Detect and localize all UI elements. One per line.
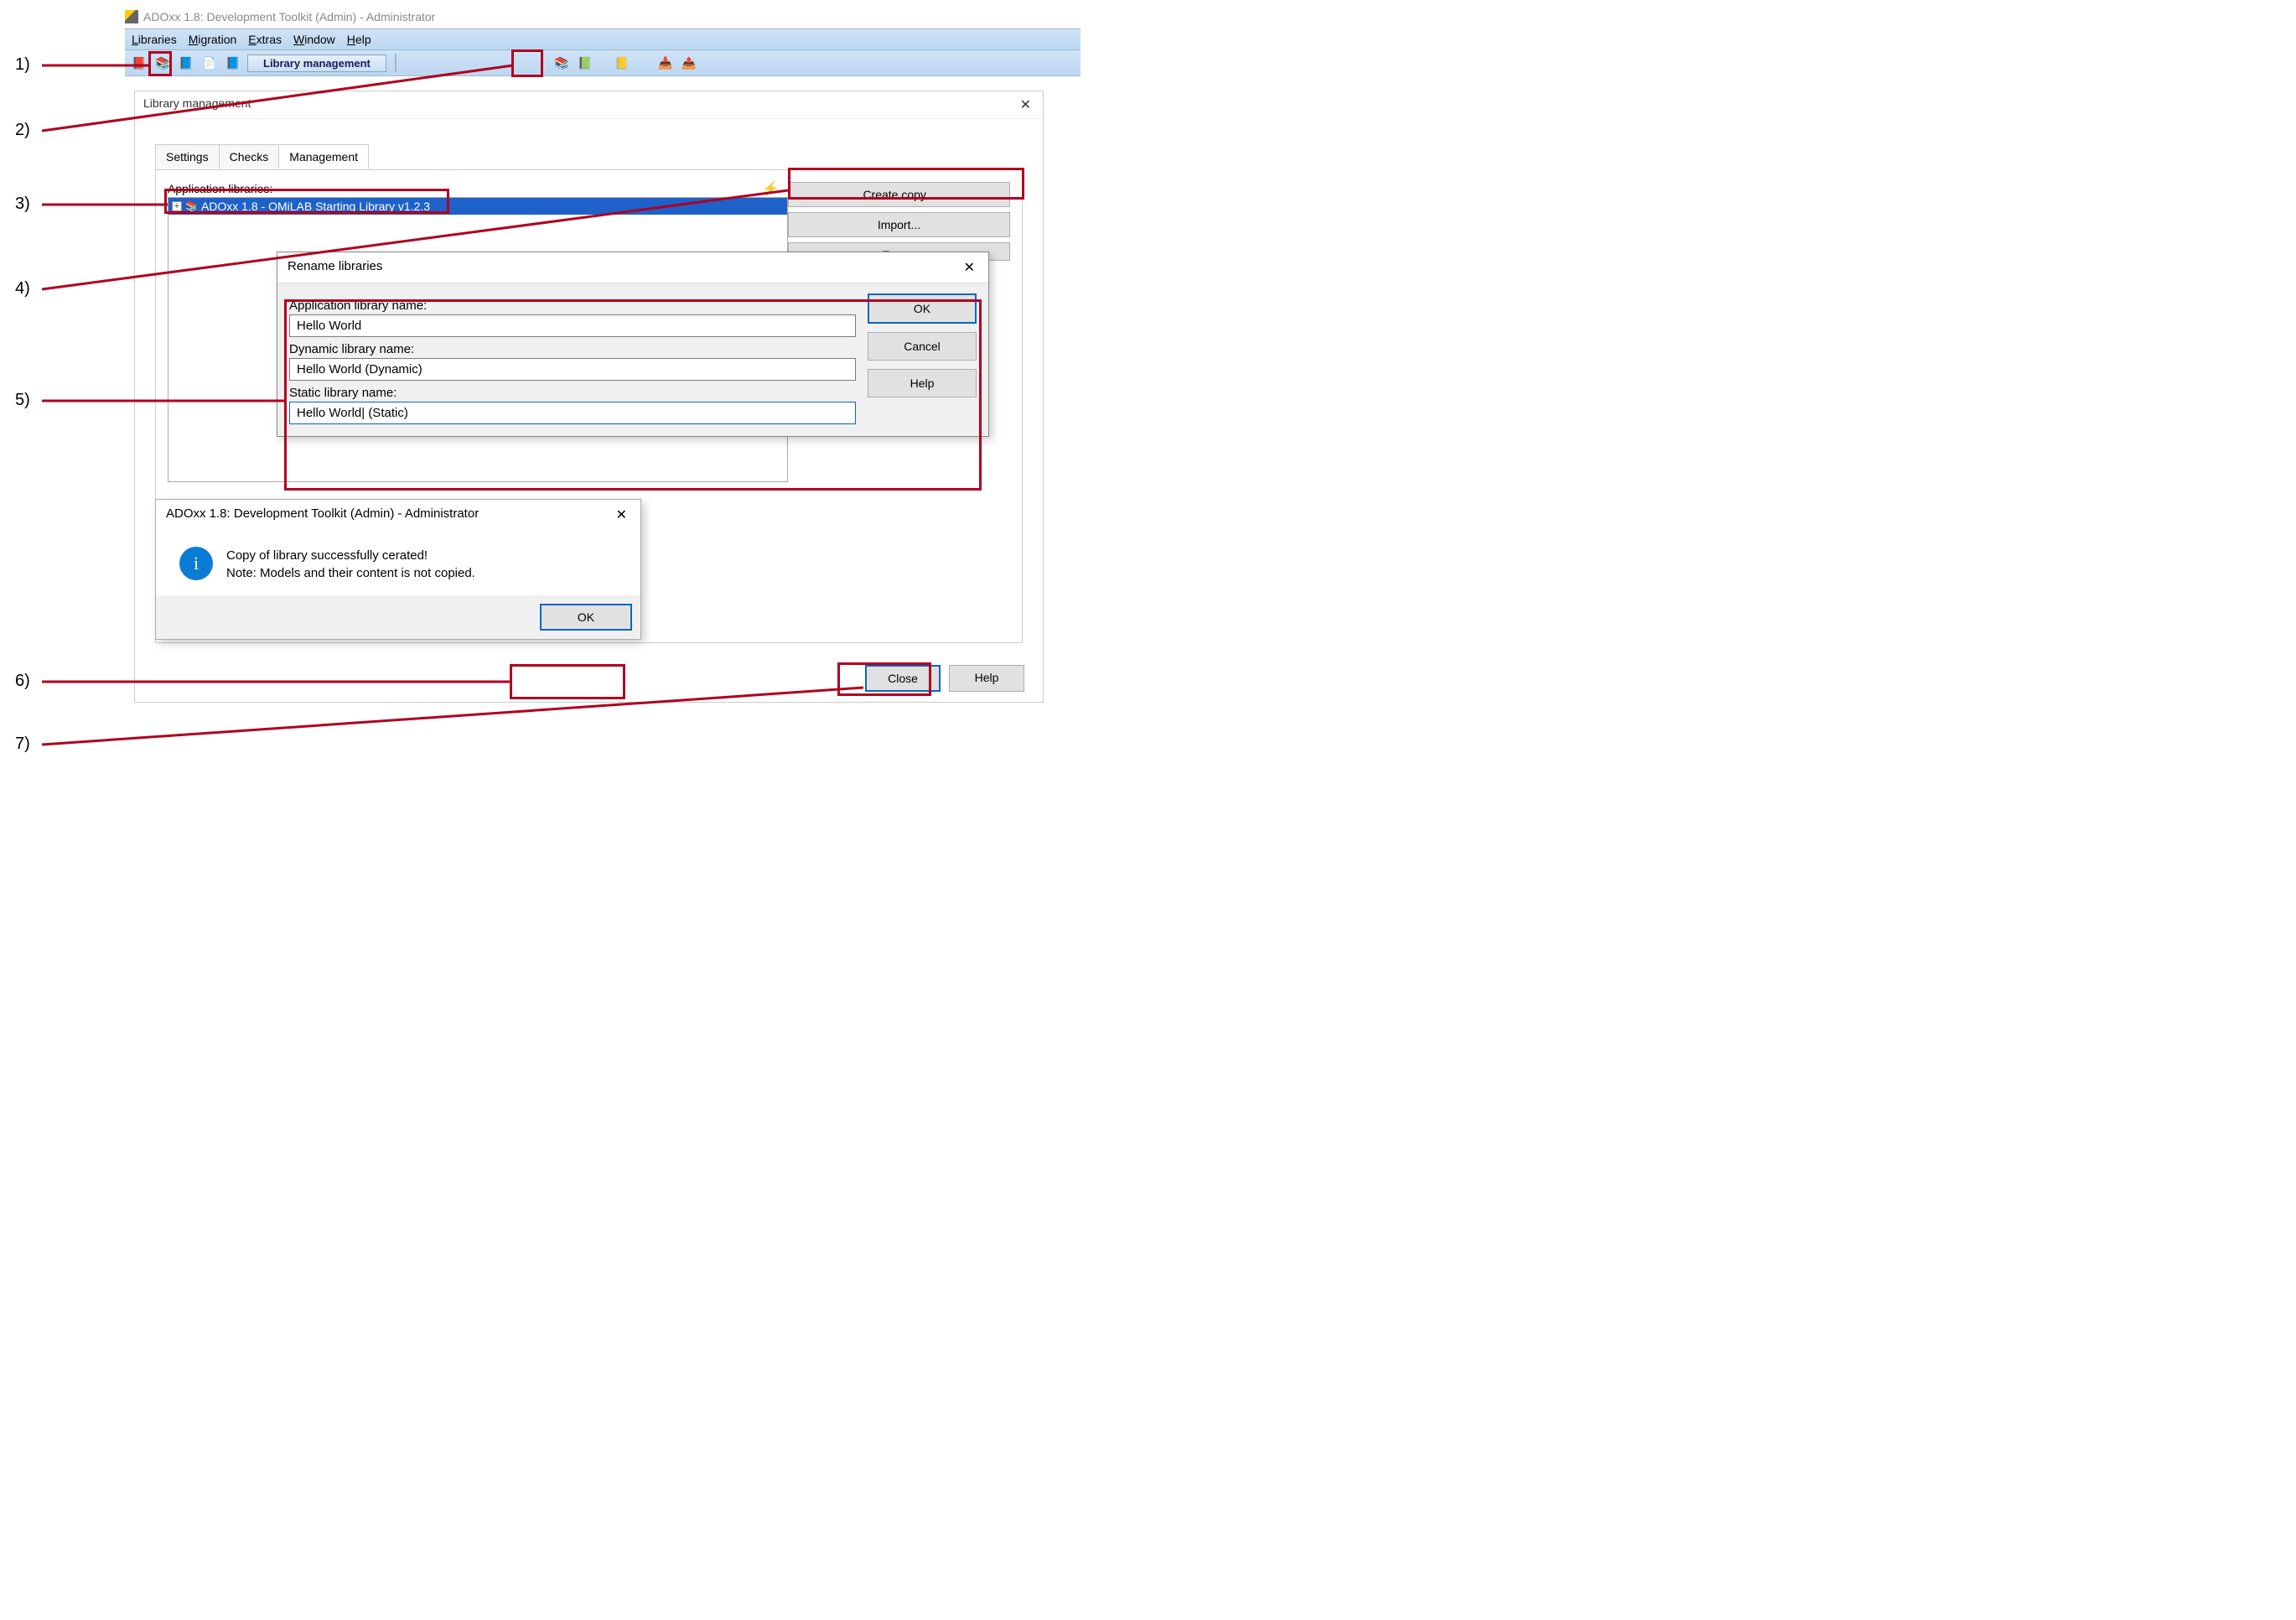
dyn-lib-name-label: Dynamic library name: — [289, 342, 856, 356]
toolbar-books4-icon[interactable]: 📄 — [200, 54, 219, 72]
panel-title: Library management — [143, 96, 251, 113]
callout-1: 1) — [15, 55, 30, 75]
msgbox-line2: Note: Models and their content is not co… — [226, 564, 475, 582]
toolbar-books3-icon[interactable]: 📘 — [177, 54, 195, 72]
tab-management[interactable]: Management — [278, 144, 369, 169]
help-button[interactable]: Help — [949, 665, 1024, 692]
msgbox-line1: Copy of library successfully cerated! — [226, 547, 475, 564]
tabs: Settings Checks Management — [155, 144, 1043, 169]
tree-item-label: ADOxx 1.8 - OMiLAB Starting Library v1.2… — [201, 200, 430, 213]
tab-checks[interactable]: Checks — [219, 144, 280, 169]
rename-ok-button[interactable]: OK — [868, 293, 977, 324]
info-messagebox: ADOxx 1.8: Development Toolkit (Admin) -… — [155, 499, 641, 640]
side-buttons: Create copy... Import... Export — [788, 182, 1010, 261]
toolbar-label: Library management — [247, 55, 386, 72]
lightning-icon: ⚡ — [762, 180, 779, 197]
callout-6: 6) — [15, 672, 30, 691]
menu-migration[interactable]: Migration — [189, 33, 237, 46]
menubar: Libraries Migration Extras Window Help — [125, 29, 1081, 50]
dyn-lib-name-input[interactable] — [289, 358, 856, 381]
msgbox-title: ADOxx 1.8: Development Toolkit (Admin) -… — [166, 506, 479, 523]
app-icon — [125, 10, 138, 23]
callout-5: 5) — [15, 391, 30, 410]
rename-help-button[interactable]: Help — [868, 369, 977, 397]
create-copy-button[interactable]: Create copy... — [788, 182, 1010, 207]
close-button[interactable]: Close — [865, 665, 941, 692]
callout-2: 2) — [15, 121, 30, 140]
toolbar-group2a-icon[interactable]: 📚 — [552, 54, 571, 72]
tree-expand-icon[interactable]: + — [172, 201, 182, 211]
toolbar-books5-icon[interactable]: 📘 — [224, 54, 242, 72]
panel-footer: Close Help — [865, 665, 1024, 692]
msgbox-text: Copy of library successfully cerated! No… — [226, 547, 475, 582]
toolbar-highlighted-icon[interactable]: 📒 — [613, 54, 631, 72]
titlebar: ADOxx 1.8: Development Toolkit (Admin) -… — [125, 8, 1081, 29]
library-icon: 📚 — [185, 200, 198, 212]
app-lib-name-input[interactable] — [289, 314, 856, 337]
toolbar: 📕 📚 📘 📄 📘 Library management 📚 📗 📒 📥 📤 — [125, 50, 1081, 76]
menu-window[interactable]: Window — [293, 33, 335, 46]
import-button[interactable]: Import... — [788, 212, 1010, 237]
tab-settings[interactable]: Settings — [155, 144, 220, 169]
rename-dialog-title: Rename libraries — [288, 259, 382, 276]
toolbar-group2b-icon[interactable]: 📗 — [576, 54, 594, 72]
stat-lib-name-label: Static library name: — [289, 386, 856, 400]
msgbox-ok-button[interactable]: OK — [540, 604, 632, 631]
callout-3: 3) — [15, 195, 30, 214]
menu-extras[interactable]: Extras — [248, 33, 282, 46]
info-icon: i — [179, 547, 213, 580]
rename-libraries-dialog: Rename libraries ✕ Application library n… — [277, 252, 989, 437]
toolbar-import-icon[interactable]: 📥 — [656, 54, 675, 72]
callout-4: 4) — [15, 279, 30, 299]
stat-lib-name-input[interactable] — [289, 402, 856, 424]
msgbox-close-icon[interactable]: ✕ — [613, 506, 630, 523]
menu-help[interactable]: Help — [347, 33, 371, 46]
callout-7: 7) — [15, 735, 30, 754]
rename-close-icon[interactable]: ✕ — [961, 259, 978, 276]
toolbar-export-icon[interactable]: 📤 — [680, 54, 698, 72]
rename-cancel-button[interactable]: Cancel — [868, 332, 977, 361]
panel-close-icon[interactable]: ✕ — [1017, 96, 1034, 113]
app-lib-name-label: Application library name: — [289, 299, 856, 313]
window-title: ADOxx 1.8: Development Toolkit (Admin) -… — [143, 10, 435, 23]
toolbar-library-mgmt-icon[interactable]: 📚 — [153, 54, 172, 72]
main-window: ADOxx 1.8: Development Toolkit (Admin) -… — [125, 8, 1081, 76]
tree-item-selected[interactable]: + 📚 ADOxx 1.8 - OMiLAB Starting Library … — [168, 198, 787, 215]
menu-libraries[interactable]: Libraries — [132, 33, 177, 46]
toolbar-sep — [395, 54, 396, 72]
toolbar-books1-icon[interactable]: 📕 — [130, 54, 148, 72]
